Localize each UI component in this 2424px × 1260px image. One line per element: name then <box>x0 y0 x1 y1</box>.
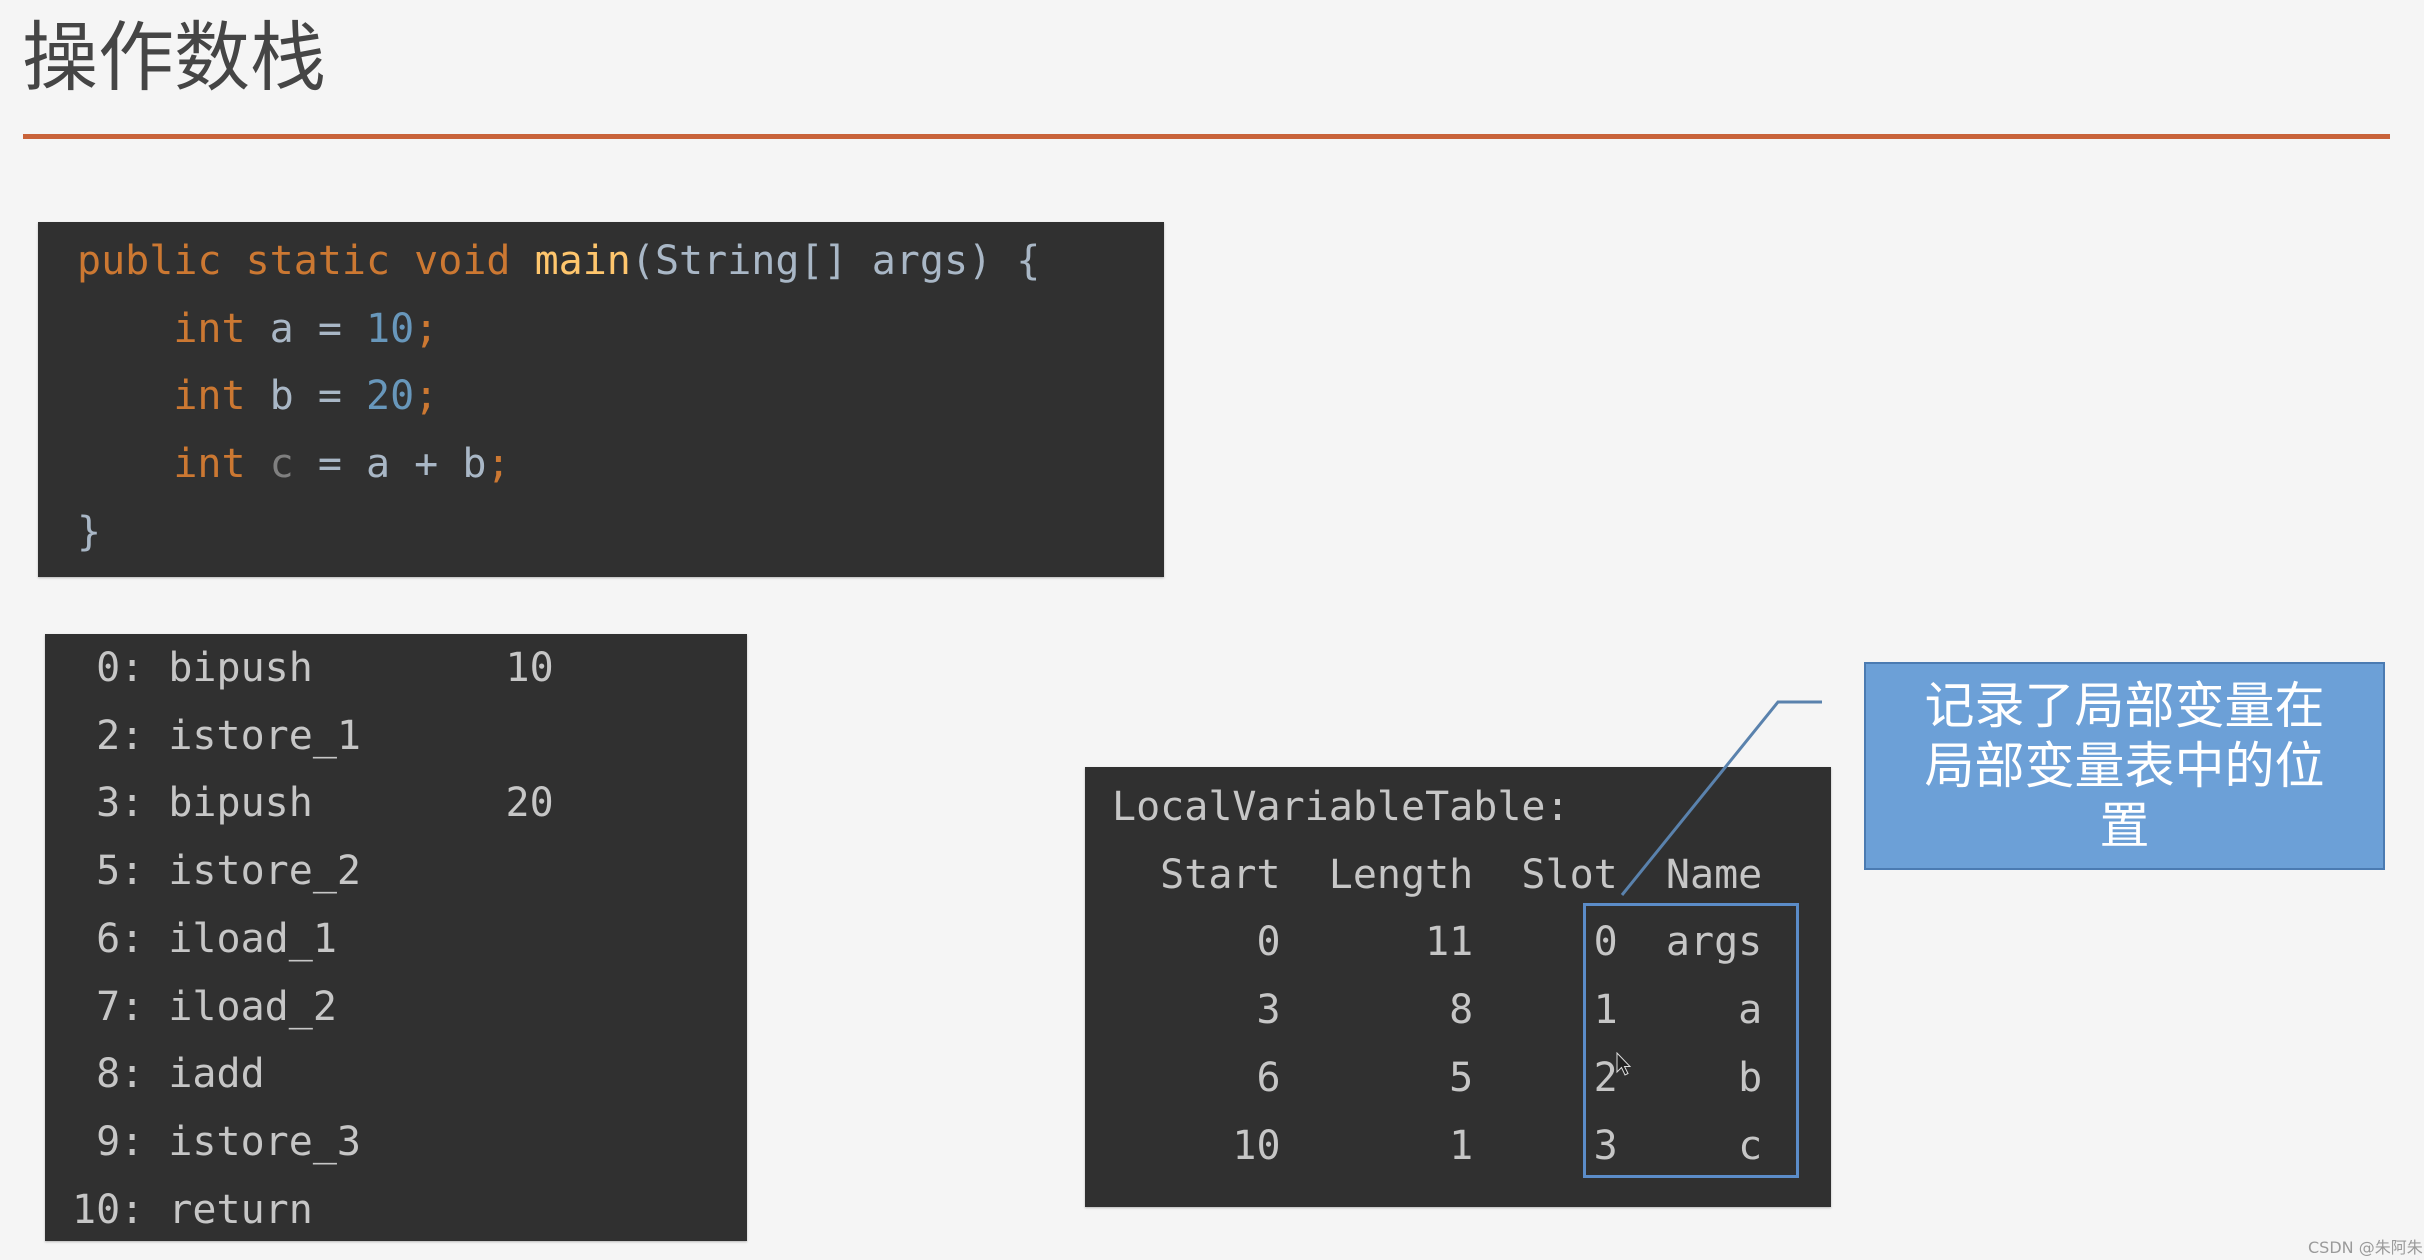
code-token: public static void <box>77 238 535 284</box>
code-token: c <box>269 441 294 488</box>
bytecode-instruction: 0: bipush 10 <box>72 634 554 702</box>
title-divider <box>23 134 2390 139</box>
instruction-operand: 10 <box>505 645 554 691</box>
source-code-line: public static void main(String[] args) { <box>77 227 1040 295</box>
source-code-line: } <box>77 498 101 566</box>
code-token: } <box>77 508 102 555</box>
lvt-cell-start: 10 <box>1112 1122 1281 1169</box>
lvt-cell-start: 3 <box>1112 987 1281 1034</box>
instruction-offset: 9: <box>72 1118 169 1165</box>
instruction-offset: 7: <box>72 983 169 1030</box>
lvt-header-length: Length <box>1280 851 1474 898</box>
lvt-header-row: Start Length Slot Name <box>1112 841 1762 909</box>
lvt-cell-length: 1 <box>1280 1122 1474 1169</box>
lvt-title: LocalVariableTable: <box>1112 773 1570 841</box>
instruction-opcode: bipush <box>168 780 506 827</box>
bytecode-instruction: 9: istore_3 <box>72 1108 505 1176</box>
bytecode-block: 0: bipush 10 2: istore_1 3: bipush 20 5:… <box>45 634 747 1241</box>
instruction-offset: 5: <box>72 848 169 895</box>
bytecode-instruction: 5: istore_2 <box>72 837 505 905</box>
code-token: 10 <box>365 305 415 352</box>
lvt-title-text: LocalVariableTable: <box>1112 784 1570 830</box>
lvt-cell-length: 11 <box>1280 919 1474 966</box>
instruction-offset: 2: <box>72 712 169 759</box>
bytecode-instruction: 2: istore_1 <box>72 702 505 770</box>
java-source-code-block: public static void main(String[] args) {… <box>38 222 1164 577</box>
lvt-cell-start: 6 <box>1112 1054 1281 1101</box>
mouse-cursor-icon <box>1616 1052 1632 1076</box>
source-code-line: int a = 10; <box>77 295 438 363</box>
instruction-operand: 20 <box>505 780 554 827</box>
instruction-offset: 8: <box>72 1051 169 1098</box>
instruction-offset: 0: <box>72 645 169 691</box>
slide-title: 操作数栈 <box>22 13 326 102</box>
code-token: a = <box>269 305 366 352</box>
bytecode-instruction: 7: iload_2 <box>72 973 505 1041</box>
code-token: main <box>534 238 631 284</box>
code-token: int <box>77 305 270 352</box>
lvt-cell-length: 5 <box>1280 1054 1474 1101</box>
lvt-header-name: Name <box>1617 851 1763 898</box>
instruction-offset: 3: <box>72 780 169 827</box>
instruction-opcode: iload_2 <box>168 983 506 1030</box>
bytecode-instruction: 10: return <box>72 1176 505 1244</box>
callout-text: 记录了局部变量在局部变量表中的位置 <box>1924 677 2325 855</box>
instruction-opcode: istore_3 <box>168 1118 506 1165</box>
code-token: ; <box>414 373 439 420</box>
code-token: int <box>77 373 270 420</box>
instruction-opcode: iload_1 <box>168 915 506 962</box>
source-code-line: int c = a + b; <box>77 430 511 498</box>
code-token: ; <box>486 441 511 488</box>
instruction-opcode: istore_1 <box>168 712 506 759</box>
code-token: = a + b <box>293 441 487 488</box>
source-code-line: int b = 20; <box>77 362 438 430</box>
bytecode-instruction: 6: iload_1 <box>72 905 505 973</box>
bytecode-instruction: 8: iadd <box>72 1040 505 1108</box>
callout-box: 记录了局部变量在局部变量表中的位置 <box>1864 662 2385 870</box>
instruction-opcode: return <box>168 1186 506 1233</box>
code-token: ; <box>414 305 439 352</box>
instruction-opcode: istore_2 <box>168 848 506 895</box>
slot-name-highlight-box <box>1583 903 1799 1178</box>
lvt-cell-start: 0 <box>1112 919 1281 966</box>
lvt-header-start: Start <box>1112 851 1281 898</box>
watermark: CSDN @朱阿朱 <box>2308 1238 2423 1257</box>
instruction-opcode: bipush <box>168 645 506 691</box>
code-token: 20 <box>365 373 415 420</box>
lvt-cell-length: 8 <box>1280 987 1474 1034</box>
lvt-header-slot: Slot <box>1473 851 1618 898</box>
instruction-offset: 6: <box>72 915 169 962</box>
code-token: (String[] args) { <box>630 238 1041 284</box>
instruction-offset: 10: <box>72 1186 169 1233</box>
code-token: b = <box>269 373 366 420</box>
instruction-opcode: iadd <box>168 1051 506 1098</box>
bytecode-instruction: 3: bipush 20 <box>72 769 554 837</box>
code-token: int <box>77 441 270 488</box>
